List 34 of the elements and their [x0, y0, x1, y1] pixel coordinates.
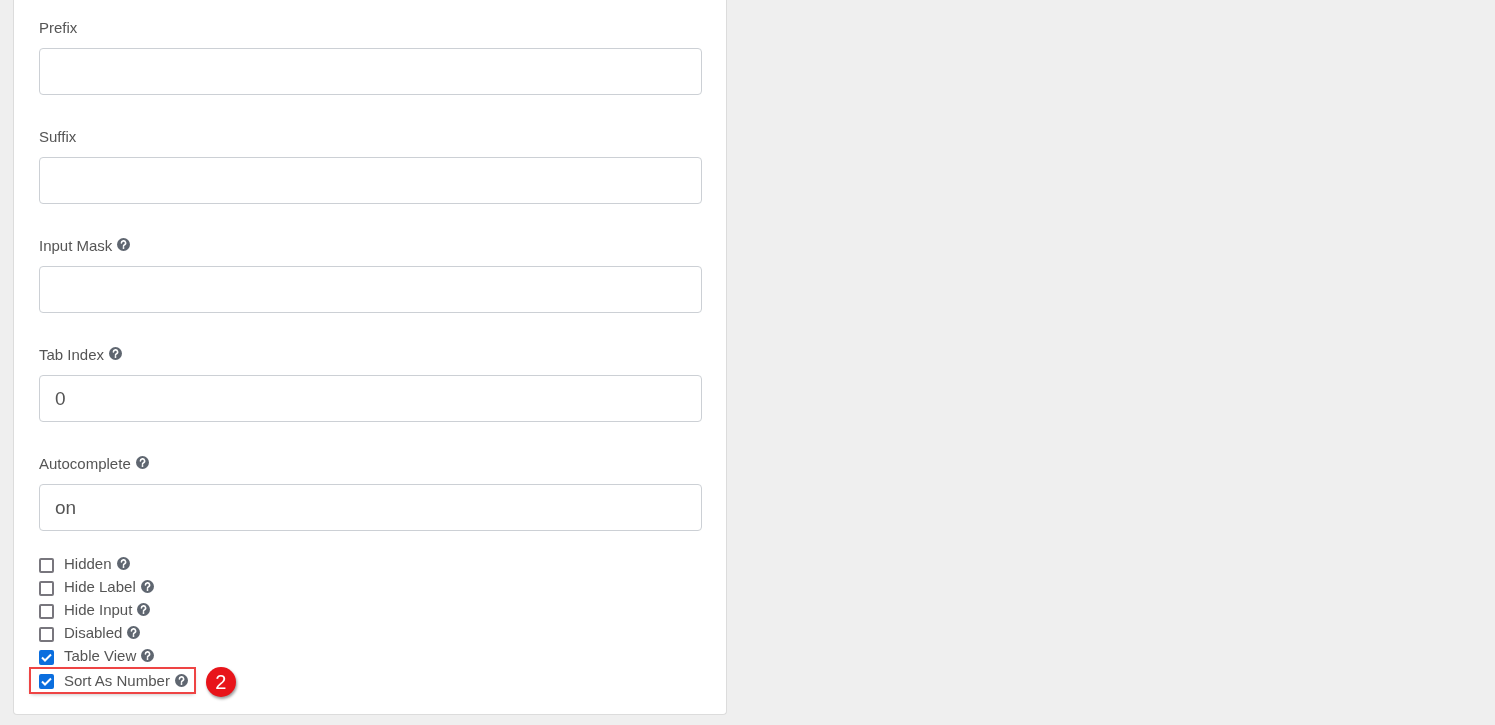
checkbox-label: Hidden: [64, 555, 112, 573]
help-icon[interactable]: [117, 238, 131, 252]
field-label: Input Mask: [39, 237, 113, 255]
help-icon[interactable]: [140, 580, 154, 594]
help-icon[interactable]: [135, 456, 149, 470]
help-icon[interactable]: [127, 626, 141, 640]
field-label: Tab Index: [39, 346, 105, 364]
input-field[interactable]: 0: [39, 375, 702, 423]
checkbox-label: Table View: [64, 647, 137, 665]
help-icon[interactable]: [137, 603, 151, 617]
checkbox-label: Disabled: [64, 624, 123, 642]
help-icon[interactable]: [109, 347, 123, 361]
checkbox[interactable]: [39, 603, 54, 619]
checkbox[interactable]: [39, 557, 54, 573]
help-icon[interactable]: [174, 673, 188, 687]
field-label: Suffix: [39, 128, 77, 146]
checkbox-label: Hide Label: [64, 578, 136, 596]
checkbox[interactable]: [39, 649, 54, 665]
input-field[interactable]: [39, 48, 702, 96]
input-field[interactable]: on: [39, 484, 702, 532]
input-field[interactable]: [39, 266, 702, 314]
checkbox[interactable]: [39, 626, 54, 642]
help-icon[interactable]: [116, 557, 130, 571]
field-label: Autocomplete: [39, 455, 131, 473]
checkbox-label: Sort As Number: [64, 671, 170, 689]
input-field[interactable]: [39, 157, 702, 205]
help-icon[interactable]: [141, 649, 155, 663]
checkmark-icon: [41, 652, 52, 662]
step-badge: 2: [205, 667, 236, 698]
checkbox-label: Hide Input: [64, 601, 133, 619]
checkbox[interactable]: [39, 580, 54, 596]
checkmark-icon: [41, 677, 52, 687]
field-label: Prefix: [39, 19, 78, 37]
checkbox[interactable]: [39, 674, 54, 690]
